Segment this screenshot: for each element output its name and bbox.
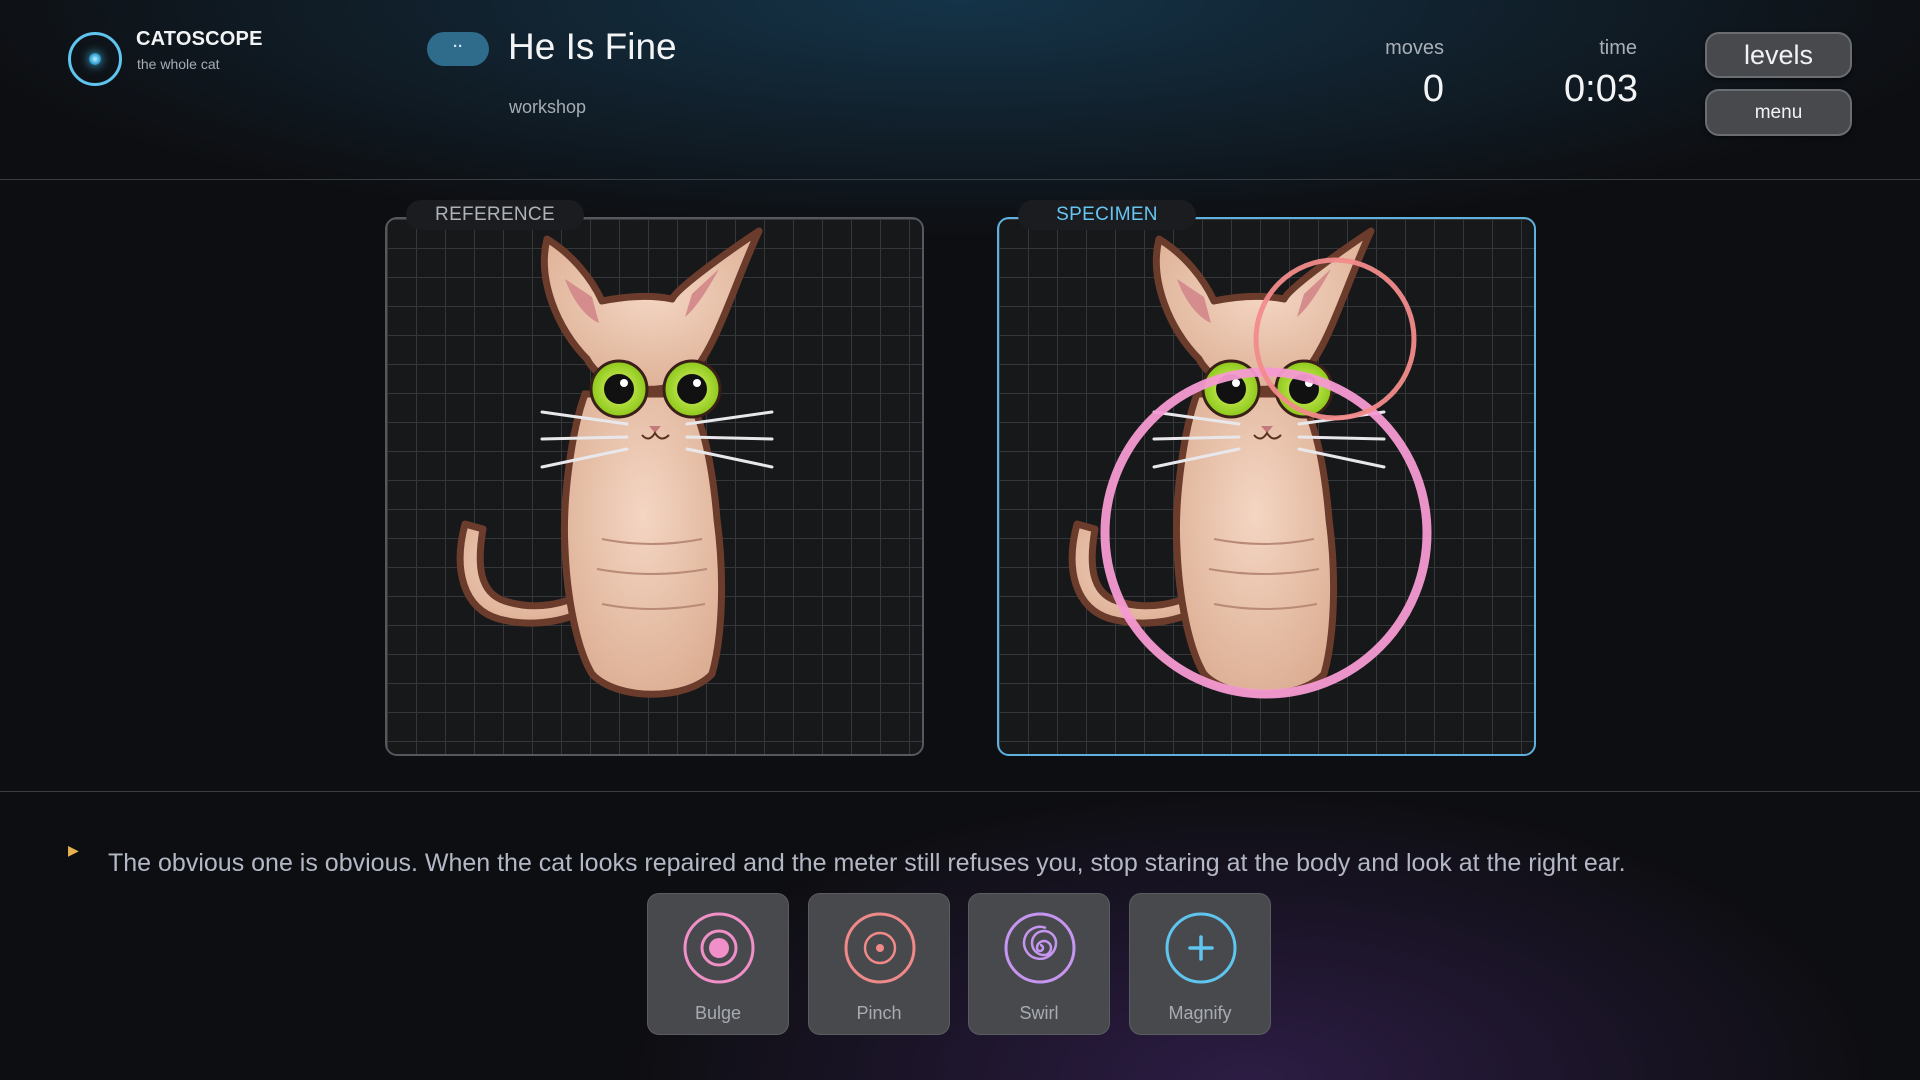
- logo-icon: [68, 32, 122, 86]
- tool-swirl-button[interactable]: Swirl: [968, 893, 1110, 1035]
- time-value: 0:03: [1564, 68, 1638, 110]
- level-subtitle: workshop: [509, 97, 587, 117]
- menu-button[interactable]: menu: [1705, 89, 1852, 136]
- tool-bulge-button[interactable]: Bulge: [647, 893, 789, 1035]
- magnify-icon: [1165, 912, 1237, 984]
- moves-label: moves: [1385, 37, 1444, 59]
- play-triangle-icon: ▶: [68, 842, 79, 858]
- tool-pinch-button[interactable]: Pinch: [808, 893, 950, 1035]
- app-title: CATOSCOPE: [136, 28, 263, 50]
- bulge-icon: [683, 912, 755, 984]
- level-badge: ··: [427, 32, 489, 66]
- hint-text: The obvious one is obvious. When the cat…: [108, 849, 1626, 877]
- tool-label: Bulge: [694, 1003, 742, 1023]
- pinch-icon: [844, 912, 916, 984]
- divider: [0, 791, 1920, 792]
- swirl-icon: [1004, 912, 1076, 984]
- tool-label: Pinch: [856, 1003, 902, 1023]
- tool-label: Swirl: [1019, 1003, 1059, 1023]
- levels-button[interactable]: levels: [1705, 32, 1852, 78]
- app-subtitle: the whole cat: [137, 56, 220, 72]
- time-label: time: [1599, 37, 1637, 59]
- specimen-label: SPECIMEN: [1018, 200, 1196, 230]
- reference-cat-image: [456, 227, 774, 698]
- specimen-panel[interactable]: [997, 217, 1536, 756]
- header-bar: CATOSCOPE the whole cat ·· He Is Fine wo…: [0, 0, 1920, 180]
- cat-figure: [456, 227, 774, 698]
- tool-magnify-button[interactable]: Magnify: [1129, 893, 1271, 1035]
- tool-label: Magnify: [1168, 1003, 1232, 1023]
- reference-panel: [385, 217, 924, 756]
- moves-value: 0: [1422, 68, 1444, 110]
- level-title: He Is Fine: [508, 26, 677, 67]
- specimen-cat-image: [1068, 227, 1432, 699]
- reference-label: REFERENCE: [406, 200, 584, 230]
